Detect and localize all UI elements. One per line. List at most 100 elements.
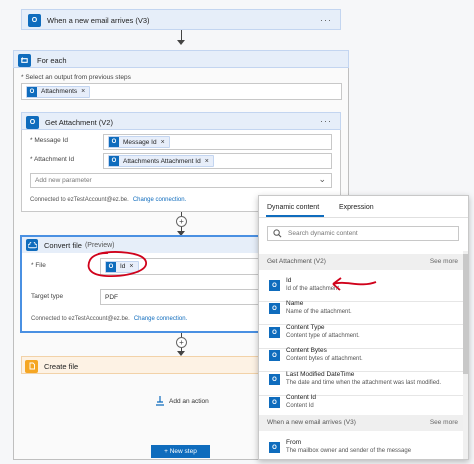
see-more-link[interactable]: See more: [430, 419, 458, 426]
attachments-token[interactable]: O Attachments ×: [26, 85, 91, 98]
new-step-label: + New step: [164, 448, 197, 455]
scrollbar-thumb[interactable]: [463, 254, 468, 374]
outlook-icon: O: [109, 137, 119, 147]
target-type-value: PDF: [105, 293, 118, 301]
attachment-id-field[interactable]: O Attachments Attachment Id ×: [103, 153, 332, 169]
change-connection-link[interactable]: Change connection.: [133, 197, 186, 203]
trigger-more-icon[interactable]: ···: [320, 15, 332, 25]
cloud-convert-icon: [26, 239, 38, 251]
convert-file-preview: (Preview): [84, 241, 115, 249]
get-attachment-more-icon[interactable]: ···: [320, 116, 332, 126]
create-file-icon: [25, 359, 38, 373]
new-step-button[interactable]: + New step: [151, 445, 210, 458]
id-token-label: Id: [120, 263, 126, 270]
file-label: * File: [31, 262, 46, 269]
remove-token-icon[interactable]: ×: [129, 263, 133, 270]
remove-token-icon[interactable]: ×: [205, 158, 209, 165]
tab-active-underline: [266, 215, 324, 217]
dynamic-tabs: Dynamic content Expression: [259, 196, 468, 218]
remove-token-icon[interactable]: ×: [81, 88, 85, 95]
section-get-attachment: Get Attachment (V2) See more: [259, 254, 468, 270]
tab-expression[interactable]: Expression: [339, 204, 374, 211]
file-field[interactable]: O Id ×: [100, 258, 268, 275]
dynamic-item-desc: The mailbox owner and sender of the mess…: [286, 448, 412, 454]
attachments-token-label: Attachments: [41, 88, 78, 95]
trigger-card[interactable]: O When a new email arrives (V3) ···: [21, 9, 341, 30]
outlook-icon: O: [27, 86, 37, 97]
dynamic-item-name: From: [286, 439, 302, 446]
dynamic-item-desc: Name of the attachment.: [286, 309, 352, 315]
dynamic-item-name: Content Bytes: [286, 347, 327, 354]
convert-file-header[interactable]: Convert file (Preview): [22, 237, 268, 253]
trigger-title: When a new email arrives (V3): [47, 16, 150, 25]
add-parameter-placeholder: Add new parameter: [35, 177, 92, 184]
outlook-icon: O: [109, 156, 119, 166]
connector-line: [181, 30, 182, 40]
add-action-icon: [156, 396, 164, 406]
get-attachment-header[interactable]: O Get Attachment (V2) ···: [21, 112, 341, 130]
dynamic-item-name: Last Modified DateTime: [286, 371, 355, 378]
connector-arrow: [177, 40, 185, 45]
message-id-token[interactable]: O Message Id ×: [108, 136, 170, 148]
dynamic-item-name: Name: [286, 300, 304, 307]
remove-token-icon[interactable]: ×: [161, 139, 165, 146]
connection-text: Connected to ezTestAccount@ez.be.: [31, 316, 130, 322]
dynamic-item-desc: Content Id: [286, 403, 314, 409]
attachment-id-label: * Attachment Id: [30, 156, 75, 163]
outlook-icon: O: [269, 397, 280, 408]
select-output-label: * Select an output from previous steps: [21, 74, 131, 81]
target-type-select[interactable]: PDF: [100, 289, 268, 305]
add-action-label: Add an action: [169, 397, 209, 405]
outlook-icon: O: [269, 303, 280, 314]
outlook-icon: O: [269, 280, 280, 291]
dynamic-item-name: Content Type: [286, 324, 325, 331]
attachment-id-token-label: Attachments Attachment Id: [123, 157, 201, 165]
dynamic-item-desc: The date and time when the attachment wa…: [286, 380, 442, 386]
change-connection-link[interactable]: Change connection.: [134, 316, 187, 322]
section-new-email: When a new email arrives (V3) See more: [259, 415, 468, 431]
outlook-icon: O: [269, 350, 280, 361]
dynamic-item-desc: Id of the attachment.: [286, 286, 341, 292]
get-attachment-title: Get Attachment (V2): [45, 117, 113, 127]
section-title: When a new email arrives (V3): [267, 419, 356, 426]
message-id-label: * Message Id: [30, 137, 68, 144]
search-icon: [273, 229, 282, 238]
outlook-icon: O: [269, 374, 280, 385]
dynamic-item-name: Content Id: [286, 394, 316, 401]
outlook-icon: O: [269, 327, 280, 338]
foreach-title: For each: [37, 55, 67, 65]
insert-step-plus-icon[interactable]: +: [176, 216, 187, 227]
section-title: Get Attachment (V2): [267, 258, 326, 265]
create-file-card[interactable]: Create file: [21, 356, 269, 374]
loop-icon: [18, 53, 31, 67]
insert-step-plus-icon[interactable]: +: [176, 337, 187, 348]
dynamic-item-name: Id: [286, 277, 292, 284]
dynamic-item-desc: Content type of attachment.: [286, 333, 360, 339]
see-more-link[interactable]: See more: [430, 258, 458, 265]
dynamic-content-panel: Dynamic content Expression Search dynami…: [258, 195, 469, 460]
convert-connection: Connected to ezTestAccount@ez.be. Change …: [31, 316, 187, 322]
chevron-down-icon: ⌄: [318, 174, 326, 184]
search-input: Search dynamic content: [288, 230, 358, 237]
id-token[interactable]: O Id ×: [105, 260, 139, 273]
foreach-header[interactable]: For each: [13, 50, 349, 68]
outlook-icon: O: [269, 442, 280, 453]
message-id-token-label: Message Id: [123, 138, 157, 146]
attachment-id-token[interactable]: O Attachments Attachment Id ×: [108, 155, 214, 167]
connection-text: Connected to ezTestAccount@ez.be.: [30, 197, 129, 203]
convert-file-title: Convert file: [44, 240, 82, 250]
dynamic-item-desc: Content bytes of attachment.: [286, 356, 363, 362]
add-parameter-dropdown[interactable]: Add new parameter ⌄: [30, 173, 332, 188]
add-action-button[interactable]: Add an action: [155, 396, 209, 406]
outlook-icon: O: [106, 261, 116, 272]
target-type-label: Target type: [31, 293, 64, 300]
tab-dynamic-content[interactable]: Dynamic content: [267, 204, 319, 211]
create-file-title: Create file: [44, 361, 79, 371]
dynamic-item-from[interactable]: O From The mailbox owner and sender of t…: [259, 434, 468, 459]
outlook-icon: O: [26, 115, 39, 129]
outlook-icon: O: [28, 14, 41, 27]
get-attachment-connection: Connected to ezTestAccount@ez.be. Change …: [30, 197, 186, 203]
message-id-field[interactable]: O Message Id ×: [103, 134, 332, 150]
search-dynamic-box[interactable]: Search dynamic content: [267, 226, 459, 241]
select-output-field[interactable]: O Attachments ×: [21, 83, 342, 100]
